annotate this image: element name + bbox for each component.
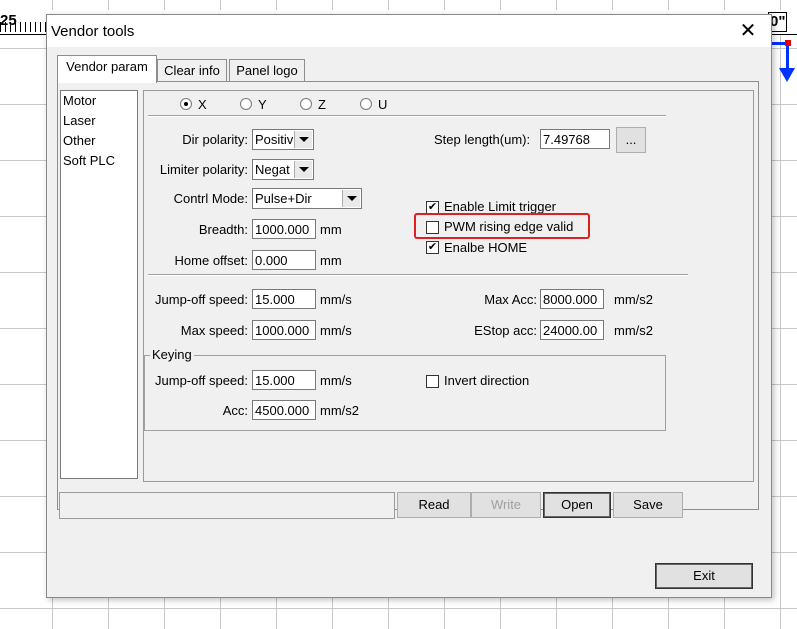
motor-settings-frame: X Y Z U Dir polarity: Positiv Limiter po…	[143, 90, 754, 482]
radio-icon	[240, 98, 252, 110]
keying-jump-off-speed-label: Jump-off speed:	[155, 373, 248, 388]
close-button[interactable]: ✕	[731, 17, 765, 45]
estop-acc-input[interactable]: 24000.00	[540, 320, 604, 340]
home-offset-unit: mm	[320, 253, 342, 268]
step-length-label: Step length(um):	[434, 132, 531, 147]
max-speed-label: Max speed:	[180, 323, 248, 338]
max-acc-unit: mm/s2	[614, 292, 653, 307]
control-mode-label: Contrl Mode:	[173, 191, 248, 206]
breadth-input[interactable]: 1000.000	[252, 219, 316, 239]
tab-clear-info[interactable]: Clear info	[157, 59, 227, 82]
step-length-input[interactable]: 7.49768	[540, 129, 610, 149]
save-button[interactable]: Save	[613, 492, 683, 518]
home-offset-label: Home offset:	[174, 253, 248, 268]
category-list[interactable]: Motor Laser Other Soft PLC	[60, 90, 138, 479]
tab-vendor-param[interactable]: Vendor param	[57, 55, 157, 83]
radio-label: X	[198, 97, 207, 112]
radio-label: U	[378, 97, 388, 112]
status-field	[59, 492, 395, 519]
max-speed-unit: mm/s	[320, 323, 352, 338]
breadth-label: Breadth:	[198, 222, 248, 237]
chevron-down-icon	[294, 161, 312, 178]
radio-axis-y[interactable]: Y	[240, 97, 267, 112]
divider	[148, 115, 666, 117]
highlight-box	[414, 213, 590, 239]
ruler-label-left: 25	[0, 12, 17, 29]
radio-icon	[300, 98, 312, 110]
chevron-down-icon	[342, 190, 360, 207]
breadth-unit: mm	[320, 222, 342, 237]
estop-acc-unit: mm/s2	[614, 323, 653, 338]
enable-home-checkbox[interactable]: ✔	[426, 241, 439, 254]
radio-label: Y	[258, 97, 267, 112]
radio-axis-x[interactable]: X	[180, 97, 207, 112]
close-icon: ✕	[739, 20, 757, 42]
exit-button[interactable]: Exit	[655, 563, 753, 589]
enable-home-label: Enalbe HOME	[444, 240, 528, 255]
radio-axis-u[interactable]: U	[360, 97, 387, 112]
axis-arrow-icon	[779, 68, 795, 82]
keying-acc-input[interactable]: 4500.000	[252, 400, 316, 420]
list-item-laser[interactable]: Laser	[61, 111, 137, 131]
max-speed-input[interactable]: 1000.000	[252, 320, 316, 340]
radio-selected-icon	[180, 98, 192, 110]
dir-polarity-label: Dir polarity:	[182, 132, 248, 147]
keying-title: Keying	[150, 347, 194, 362]
jump-off-speed-input[interactable]: 15.000	[252, 289, 316, 309]
select-value: Positiv	[255, 132, 294, 147]
dir-polarity-select[interactable]: Positiv	[252, 129, 314, 150]
open-button[interactable]: Open	[543, 492, 611, 518]
limiter-polarity-label: Limiter polarity:	[159, 162, 248, 177]
tab-label: Panel logo	[236, 63, 298, 78]
vendor-tools-dialog: Vendor tools ✕ Vendor param Clear info P…	[46, 14, 772, 598]
keying-acc-label: Acc:	[222, 403, 248, 418]
limiter-polarity-select[interactable]: Negat	[252, 159, 314, 180]
radio-icon	[360, 98, 372, 110]
read-button[interactable]: Read	[397, 492, 471, 518]
vendor-param-panel: Motor Laser Other Soft PLC X Y Z U Dir p…	[57, 81, 759, 510]
estop-acc-label: EStop acc:	[474, 323, 537, 338]
divider	[148, 274, 688, 276]
home-offset-input[interactable]: 0.000	[252, 250, 316, 270]
control-mode-select[interactable]: Pulse+Dir	[252, 188, 362, 209]
select-value: Negat	[255, 162, 290, 177]
max-acc-label: Max Acc:	[484, 292, 537, 307]
tab-panel-logo[interactable]: Panel logo	[229, 59, 305, 82]
tab-label: Clear info	[164, 63, 220, 78]
jump-off-speed-unit: mm/s	[320, 292, 352, 307]
chevron-down-icon	[294, 131, 312, 148]
radio-label: Z	[318, 97, 326, 112]
origin-marker	[785, 40, 791, 46]
list-item-soft-plc[interactable]: Soft PLC	[61, 151, 137, 171]
jump-off-speed-label: Jump-off speed:	[155, 292, 248, 307]
select-value: Pulse+Dir	[255, 191, 312, 206]
dialog-title: Vendor tools	[51, 23, 135, 40]
keying-jump-off-speed-input[interactable]: 15.000	[252, 370, 316, 390]
list-item-other[interactable]: Other	[61, 131, 137, 151]
enable-limit-trigger-label: Enable Limit trigger	[444, 199, 556, 214]
keying-group	[144, 355, 666, 431]
radio-axis-z[interactable]: Z	[300, 97, 326, 112]
keying-acc-unit: mm/s2	[320, 403, 359, 418]
keying-jump-off-speed-unit: mm/s	[320, 373, 352, 388]
list-item-motor[interactable]: Motor	[61, 91, 137, 111]
invert-direction-label: Invert direction	[444, 373, 530, 388]
tab-label: Vendor param	[66, 59, 148, 74]
title-bar[interactable]: Vendor tools ✕	[47, 15, 771, 47]
write-button[interactable]: Write	[471, 492, 541, 518]
step-length-calc-button[interactable]: ...	[616, 127, 646, 153]
invert-direction-checkbox[interactable]	[426, 375, 439, 388]
max-acc-input[interactable]: 8000.000	[540, 289, 604, 309]
